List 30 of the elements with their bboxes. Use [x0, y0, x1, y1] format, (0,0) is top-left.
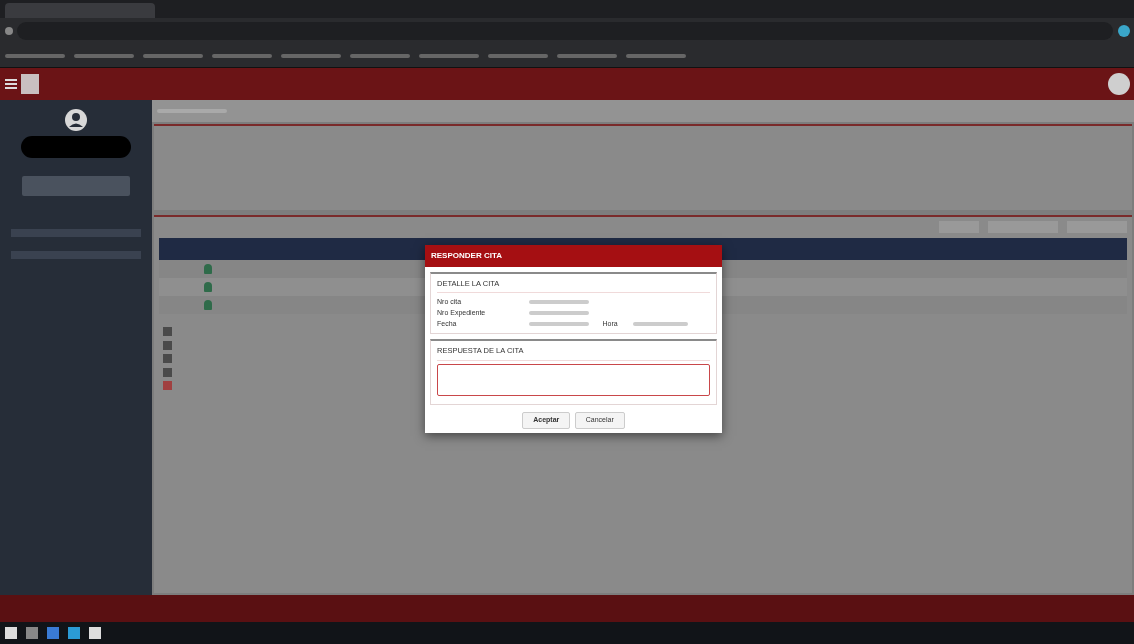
user-icon — [203, 263, 212, 274]
bookmark[interactable] — [211, 53, 272, 58]
user-icon — [203, 281, 212, 292]
bookmark[interactable] — [142, 53, 203, 58]
sidebar-item[interactable] — [11, 228, 141, 237]
profile-icon[interactable] — [1117, 25, 1130, 37]
bookmark[interactable] — [280, 53, 341, 58]
bookmark[interactable] — [4, 53, 65, 58]
user-icon — [203, 299, 212, 310]
field-value — [632, 321, 688, 326]
field-value — [529, 310, 589, 315]
menu-icon[interactable] — [4, 79, 17, 89]
field-value — [529, 299, 589, 304]
back-icon[interactable] — [4, 27, 13, 35]
bookmark[interactable] — [487, 53, 548, 58]
bookmark[interactable] — [73, 53, 134, 58]
dialog-title: RESPONDER CITA — [425, 245, 722, 267]
bookmark[interactable] — [418, 53, 479, 58]
taskbar-icon[interactable] — [67, 627, 80, 639]
dropdown-field[interactable] — [22, 176, 130, 196]
field-value — [529, 321, 589, 326]
taskbar-icon[interactable] — [88, 627, 101, 639]
taskbar-icon[interactable] — [4, 627, 17, 639]
bookmark[interactable] — [625, 53, 686, 58]
bookmark[interactable] — [349, 53, 410, 58]
bookmark[interactable] — [556, 53, 617, 58]
response-field[interactable] — [437, 363, 710, 396]
avatar-icon — [65, 109, 87, 131]
emblem-icon — [1107, 73, 1130, 95]
logo-icon — [21, 74, 39, 94]
